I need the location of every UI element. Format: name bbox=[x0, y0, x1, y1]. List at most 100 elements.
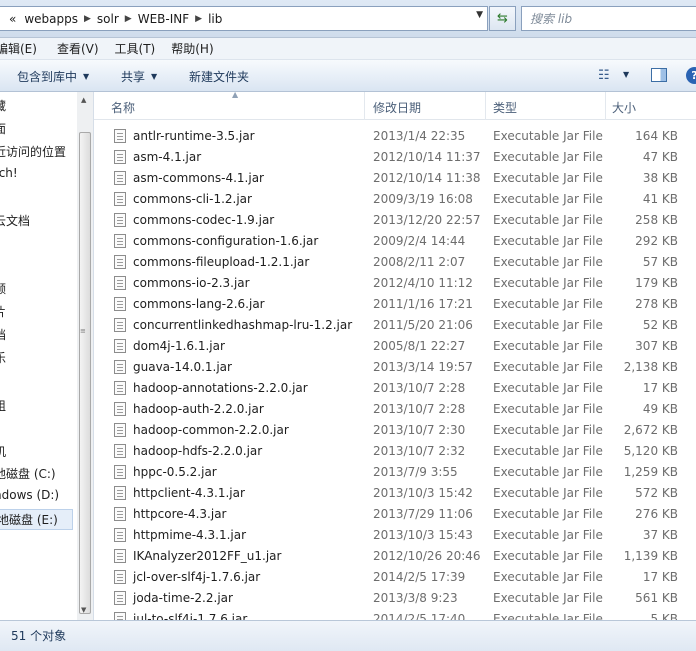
table-row[interactable]: httpmime-4.3.1.jar 2013/10/3 15:43 Executa… bbox=[94, 525, 696, 546]
file-date: 2013/7/29 11:06 bbox=[373, 507, 473, 521]
breadcrumb-overflow[interactable]: « bbox=[9, 12, 16, 26]
file-size: 572 KB bbox=[635, 486, 678, 500]
help-icon[interactable]: ? bbox=[686, 67, 696, 84]
nav-item[interactable]: 频 bbox=[0, 280, 6, 297]
nav-item-drive-e[interactable]: 地磁盘 (E:) bbox=[0, 509, 73, 530]
address-dropdown-icon[interactable]: ▼ bbox=[476, 10, 483, 20]
table-row[interactable]: hadoop-common-2.2.0.jar 2013/10/7 2:30 Exe… bbox=[94, 420, 696, 441]
file-size: 52 KB bbox=[642, 318, 678, 332]
breadcrumb-separator-icon[interactable]: ▶ bbox=[125, 14, 132, 24]
jar-file-icon bbox=[114, 171, 126, 185]
table-row[interactable]: commons-fileupload-1.2.1.jar 2008/2/11 2:… bbox=[94, 252, 696, 273]
table-row[interactable]: commons-codec-1.9.jar 2013/12/20 22:57 Exe… bbox=[94, 210, 696, 231]
table-row[interactable]: asm-4.1.jar 2012/10/14 11:37 Executable Ja… bbox=[94, 147, 696, 168]
search-input[interactable]: 搜索 lib bbox=[521, 6, 696, 31]
table-row[interactable]: antlr-runtime-3.5.jar 2013/1/4 22:35 Execu… bbox=[94, 126, 696, 147]
table-row[interactable]: hppc-0.5.2.jar 2013/7/9 3:55 Executable Ja… bbox=[94, 462, 696, 483]
nav-item[interactable]: 云文档 bbox=[0, 212, 30, 229]
file-type: Executable Jar File bbox=[493, 612, 603, 620]
jar-file-icon bbox=[114, 507, 126, 521]
column-date[interactable]: 修改日期 bbox=[373, 99, 421, 116]
file-size: 2,138 KB bbox=[623, 360, 678, 374]
menu-tools[interactable]: 工具(T) bbox=[115, 40, 156, 57]
file-date: 2013/10/7 2:28 bbox=[373, 381, 466, 395]
table-row[interactable]: httpcore-4.3.jar 2013/7/29 11:06 Executabl… bbox=[94, 504, 696, 525]
menu-bar: 编辑(E) 查看(V) 工具(T) 帮助(H) bbox=[0, 38, 696, 60]
breadcrumb-separator-icon[interactable]: ▶ bbox=[84, 14, 91, 24]
file-size: 49 KB bbox=[642, 402, 678, 416]
column-header-row: ▲ 名称 修改日期 类型 大小 bbox=[94, 92, 696, 120]
file-date: 2013/10/3 15:43 bbox=[373, 528, 473, 542]
new-folder-button[interactable]: 新建文件夹 bbox=[189, 68, 249, 85]
file-date: 2012/4/10 11:12 bbox=[373, 276, 473, 290]
file-type: Executable Jar File bbox=[493, 339, 603, 353]
file-name: guava-14.0.1.jar bbox=[133, 360, 232, 374]
file-date: 2013/10/7 2:30 bbox=[373, 423, 466, 437]
table-row[interactable]: hadoop-annotations-2.2.0.jar 2013/10/7 2:… bbox=[94, 378, 696, 399]
file-date: 2013/7/9 3:55 bbox=[373, 465, 458, 479]
include-in-library-button[interactable]: 包含到库中 ▼ bbox=[17, 68, 89, 85]
table-row[interactable]: concurrentlinkedhashmap-lru-1.2.jar 2011/… bbox=[94, 315, 696, 336]
table-row[interactable]: asm-commons-4.1.jar 2012/10/14 11:38 Execu… bbox=[94, 168, 696, 189]
table-row[interactable]: commons-lang-2.6.jar 2011/1/16 17:21 Execu… bbox=[94, 294, 696, 315]
nav-item[interactable]: 乐 bbox=[0, 349, 6, 366]
column-divider[interactable] bbox=[605, 92, 606, 120]
file-date: 2011/5/20 21:06 bbox=[373, 318, 473, 332]
nav-item-drive-c[interactable]: 地磁盘 (C:) bbox=[0, 465, 56, 482]
nav-scroll-thumb[interactable] bbox=[79, 132, 91, 614]
breadcrumb-separator-icon[interactable]: ▶ bbox=[195, 14, 202, 24]
table-row[interactable]: commons-cli-1.2.jar 2009/3/19 16:08 Execut… bbox=[94, 189, 696, 210]
nav-item[interactable]: 片 bbox=[0, 303, 6, 320]
scroll-up-icon[interactable]: ▲ bbox=[81, 96, 86, 104]
nav-item[interactable]: 藏 bbox=[0, 97, 6, 114]
table-row[interactable]: guava-14.0.1.jar 2013/3/14 19:57 Executabl… bbox=[94, 357, 696, 378]
table-row[interactable]: httpclient-4.3.1.jar 2013/10/3 15:42 Execu… bbox=[94, 483, 696, 504]
scroll-down-icon[interactable]: ▼ bbox=[81, 606, 86, 614]
table-row[interactable]: hadoop-hdfs-2.2.0.jar 2013/10/7 2:32 Execu… bbox=[94, 441, 696, 462]
table-row[interactable]: jul-to-slf4j-1.7.6.jar 2014/2/5 17:40 Exec… bbox=[94, 609, 696, 620]
nav-item[interactable]: tch! bbox=[0, 166, 18, 180]
table-row[interactable]: jcl-over-slf4j-1.7.6.jar 2014/2/5 17:39 Ex… bbox=[94, 567, 696, 588]
share-button[interactable]: 共享 ▼ bbox=[121, 68, 157, 85]
view-options-icon[interactable]: ☷ bbox=[598, 68, 610, 83]
navigation-pane: 藏 面 近访问的位置 tch! 云文档 频 片 档 乐 组 机 地磁盘 (C:)… bbox=[0, 92, 94, 620]
nav-item[interactable]: 面 bbox=[0, 120, 6, 137]
file-size: 5,120 KB bbox=[623, 444, 678, 458]
menu-view[interactable]: 查看(V) bbox=[57, 40, 99, 57]
menu-edit[interactable]: 编辑(E) bbox=[0, 40, 37, 57]
file-date: 2013/3/14 19:57 bbox=[373, 360, 473, 374]
table-row[interactable]: joda-time-2.2.jar 2013/3/8 9:23 Executable… bbox=[94, 588, 696, 609]
menu-help[interactable]: 帮助(H) bbox=[171, 40, 213, 57]
file-name: commons-lang-2.6.jar bbox=[133, 297, 265, 311]
breadcrumb-webapps[interactable]: webapps bbox=[24, 12, 78, 26]
breadcrumb-lib[interactable]: lib bbox=[208, 12, 222, 26]
table-row[interactable]: commons-configuration-1.6.jar 2009/2/4 14… bbox=[94, 231, 696, 252]
nav-item[interactable]: 组 bbox=[0, 397, 6, 414]
nav-item[interactable]: 近访问的位置 bbox=[0, 143, 66, 160]
table-row[interactable]: hadoop-auth-2.2.0.jar 2013/10/7 2:28 Execu… bbox=[94, 399, 696, 420]
table-row[interactable]: IKAnalyzer2012FF_u1.jar 2012/10/26 20:46 E… bbox=[94, 546, 696, 567]
file-list: ▲ 名称 修改日期 类型 大小 antlr-runtime-3.5.jar 201… bbox=[94, 92, 696, 620]
breadcrumb-solr[interactable]: solr bbox=[97, 12, 119, 26]
table-row[interactable]: commons-io-2.3.jar 2012/4/10 11:12 Executa… bbox=[94, 273, 696, 294]
chevron-down-icon[interactable]: ▼ bbox=[623, 70, 629, 79]
file-size: 307 KB bbox=[635, 339, 678, 353]
breadcrumb-web-inf[interactable]: WEB-INF bbox=[138, 12, 189, 26]
column-name[interactable]: 名称 bbox=[111, 99, 135, 116]
address-bar[interactable]: « webapps ▶ solr ▶ WEB-INF ▶ lib ▼ bbox=[0, 6, 488, 31]
nav-item-drive-d[interactable]: ndows (D:) bbox=[0, 488, 59, 502]
nav-item[interactable]: 档 bbox=[0, 326, 6, 343]
column-type[interactable]: 类型 bbox=[493, 99, 517, 116]
file-size: 41 KB bbox=[642, 192, 678, 206]
table-row[interactable]: dom4j-1.6.1.jar 2005/8/1 22:27 Executable … bbox=[94, 336, 696, 357]
file-type: Executable Jar File bbox=[493, 276, 603, 290]
nav-item[interactable]: 机 bbox=[0, 443, 6, 460]
nav-scrollbar[interactable]: ▲ ≡ ▼ bbox=[77, 92, 93, 620]
command-bar: 包含到库中 ▼ 共享 ▼ 新建文件夹 ☷ ▼ ? bbox=[0, 60, 696, 92]
column-divider[interactable] bbox=[485, 92, 486, 120]
column-divider[interactable] bbox=[364, 92, 365, 120]
preview-pane-icon[interactable] bbox=[651, 68, 667, 82]
column-size[interactable]: 大小 bbox=[612, 99, 636, 116]
file-date: 2005/8/1 22:27 bbox=[373, 339, 466, 353]
refresh-button[interactable]: ⇆ bbox=[489, 6, 516, 31]
